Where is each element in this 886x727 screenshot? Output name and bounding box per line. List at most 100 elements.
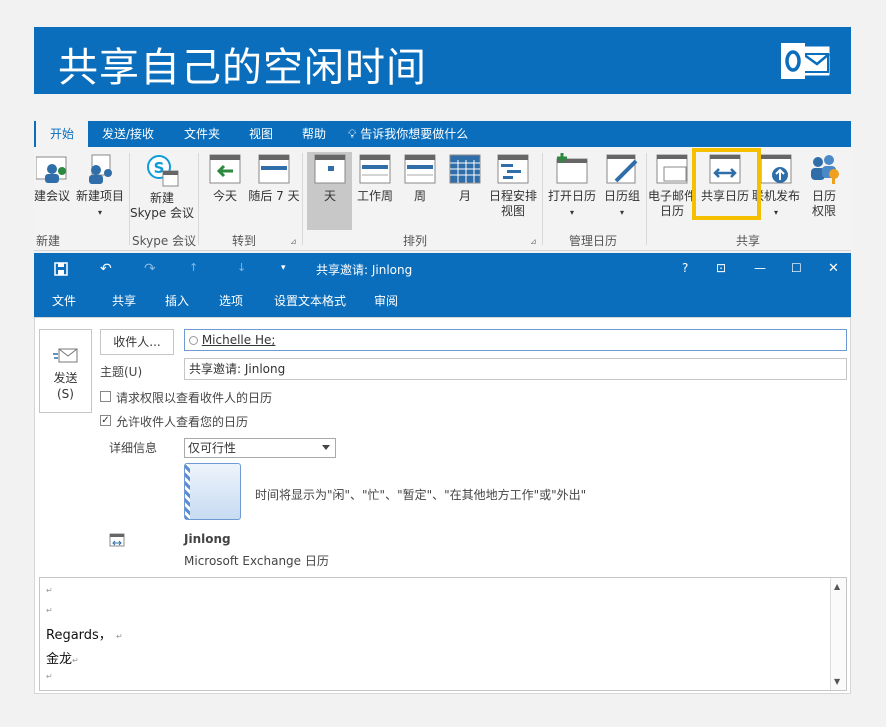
new-meeting-button[interactable]: 建会议 (34, 153, 72, 204)
menu-review[interactable]: 审阅 (374, 292, 398, 309)
open-calendar-label: 打开日历 (547, 189, 596, 203)
menu-insert[interactable]: 插入 (165, 292, 189, 309)
body-scrollbar[interactable]: ▲ ▼ (830, 578, 846, 690)
allow-view-label: 允许收件人查看您的日历 (116, 415, 249, 429)
redo-icon[interactable]: ↷ (144, 261, 156, 277)
compose-area: 发送 (S) 收件人... Michelle He; 主题(U) 共享邀请: J… (34, 317, 851, 694)
group-label-skype: Skype 会议 (132, 234, 197, 248)
permissions-label-1: 日历 (811, 189, 836, 203)
send-icon (52, 348, 77, 363)
calendar-day-icon (314, 154, 346, 184)
details-description: 时间将显示为"闲"、"忙"、"暂定"、"在其他地方工作"或"外出" (255, 488, 587, 502)
today-button[interactable]: 今天 (206, 153, 244, 204)
allow-view-checkbox[interactable]: ✓ (100, 415, 111, 426)
group-label-new: 新建 (36, 234, 61, 248)
up-arrow-icon[interactable]: ↑ (189, 261, 198, 274)
schedule-view-button[interactable]: 日程安排 视图 (486, 153, 540, 219)
publish-icon (760, 154, 792, 184)
skype-icon: S (147, 155, 179, 187)
calendar-month-icon (449, 154, 481, 184)
calendar-icon (109, 533, 125, 547)
minimize-button[interactable]: — (754, 261, 766, 275)
calendar-groups-icon (606, 154, 638, 184)
menu-format-text[interactable]: 设置文本格式 (274, 292, 346, 309)
menu-options[interactable]: 选项 (219, 292, 243, 309)
close-button[interactable]: ✕ (828, 261, 839, 276)
new-items-label: 新建项目 (75, 189, 124, 203)
tab-folder[interactable]: 文件夹 (184, 121, 220, 147)
body-line-regards: Regards， ↵ (46, 628, 123, 643)
new-items-icon (89, 154, 112, 184)
send-button[interactable]: 发送 (S) (39, 329, 92, 413)
tell-me-text: 告诉我你想要做什么 (360, 127, 469, 141)
subject-label: 主题(U) (100, 365, 143, 379)
open-calendar-button[interactable]: 打开日历 ▾ (546, 153, 598, 220)
body-line-signature: 金龙↵ (46, 652, 79, 667)
to-button[interactable]: 收件人... (100, 329, 174, 355)
down-arrow-icon[interactable]: ↓ (237, 261, 246, 274)
message-menu-bar: 文件 共享 插入 选项 设置文本格式 审阅 (34, 285, 851, 317)
title-banner: 共享自己的空闲时间 (34, 27, 851, 94)
new-items-button[interactable]: 新建项目 ▾ (74, 153, 126, 220)
ribbon-display-options-icon[interactable]: ⊡ (716, 261, 726, 275)
new-meeting-label: 建会议 (34, 189, 70, 203)
request-permission-label: 请求权限以查看收件人的日历 (116, 391, 273, 405)
dialog-launcher-icon[interactable]: ⊿ (530, 237, 537, 246)
scroll-up-icon[interactable]: ▲ (834, 582, 840, 591)
calendar-groups-label: 日历组 (603, 189, 640, 203)
message-window-title: 共享邀请: Jinlong (316, 263, 413, 277)
calendar-owner: Jinlong (184, 532, 231, 546)
help-button[interactable]: ? (682, 261, 688, 275)
week-button[interactable]: 周 (400, 153, 440, 204)
group-label-manage: 管理日历 (569, 234, 618, 248)
calendar-today-icon (209, 154, 241, 184)
chevron-down-icon: ▾ (619, 208, 624, 217)
menu-share[interactable]: 共享 (112, 292, 136, 309)
to-field[interactable]: Michelle He; (184, 329, 847, 351)
group-separator (542, 153, 543, 245)
calendar-workweek-icon (359, 154, 391, 184)
chevron-down-icon: ▾ (773, 208, 778, 217)
paragraph-mark: ↵ (46, 606, 53, 615)
schedule-label-1: 日程安排 (488, 189, 537, 203)
dialog-launcher-icon[interactable]: ⊿ (290, 237, 297, 246)
email-calendar-label-1: 电子邮件 (648, 189, 696, 203)
menu-file[interactable]: 文件 (52, 292, 76, 309)
ribbon-tab-bar: 开始 发送/接收 文件夹 视图 帮助 💡︎ 告诉我你想要做什么 (34, 121, 851, 147)
send-shortcut: (S) (57, 387, 74, 401)
day-view-button[interactable]: 天 (310, 153, 350, 204)
details-label: 详细信息 (109, 441, 158, 455)
people-icon (36, 156, 67, 183)
scroll-down-icon[interactable]: ▼ (834, 677, 840, 686)
tab-send-receive[interactable]: 发送/接收 (102, 121, 154, 147)
email-calendar-button[interactable]: 电子邮件 日历 (648, 153, 696, 219)
recipient-name[interactable]: Michelle He; (202, 333, 276, 347)
tab-help[interactable]: 帮助 (302, 121, 326, 147)
send-label: 发送 (53, 371, 78, 385)
tell-me-box[interactable]: 💡︎ 告诉我你想要做什么 (348, 121, 468, 147)
next-7-days-button[interactable]: 随后 7 天 (248, 153, 300, 204)
message-body[interactable]: ↵ ↵ Regards， ↵ 金龙↵ ↵ ▲ ▼ (39, 577, 847, 691)
month-button[interactable]: 月 (446, 153, 484, 204)
new-skype-meeting-button[interactable]: S 新建 Skype 会议 (129, 153, 195, 221)
week-label: 周 (413, 189, 426, 203)
permissions-label-2: 权限 (811, 204, 836, 218)
tab-home[interactable]: 开始 (36, 121, 88, 147)
calendar-groups-button[interactable]: 日历组 ▾ (598, 153, 646, 220)
lightbulb-icon: 💡︎ (348, 127, 357, 141)
group-separator (198, 153, 199, 245)
group-separator (302, 153, 303, 245)
customize-toolbar-icon[interactable]: ▾ (281, 263, 286, 273)
subject-field[interactable]: 共享邀请: Jinlong (184, 358, 847, 380)
maximize-button[interactable]: ☐ (791, 261, 802, 275)
work-week-button[interactable]: 工作周 (354, 153, 396, 204)
outlook-logo-icon (781, 43, 830, 79)
details-dropdown[interactable]: 仅可行性 (184, 438, 336, 458)
undo-icon[interactable]: ↶ (100, 261, 112, 277)
request-permission-checkbox[interactable] (100, 391, 111, 402)
details-dropdown-value: 仅可行性 (188, 441, 237, 455)
save-icon[interactable] (54, 262, 68, 276)
calendar-permissions-button[interactable]: 日历 权限 (804, 153, 844, 219)
availability-preview (184, 463, 241, 520)
tab-view[interactable]: 视图 (249, 121, 273, 147)
